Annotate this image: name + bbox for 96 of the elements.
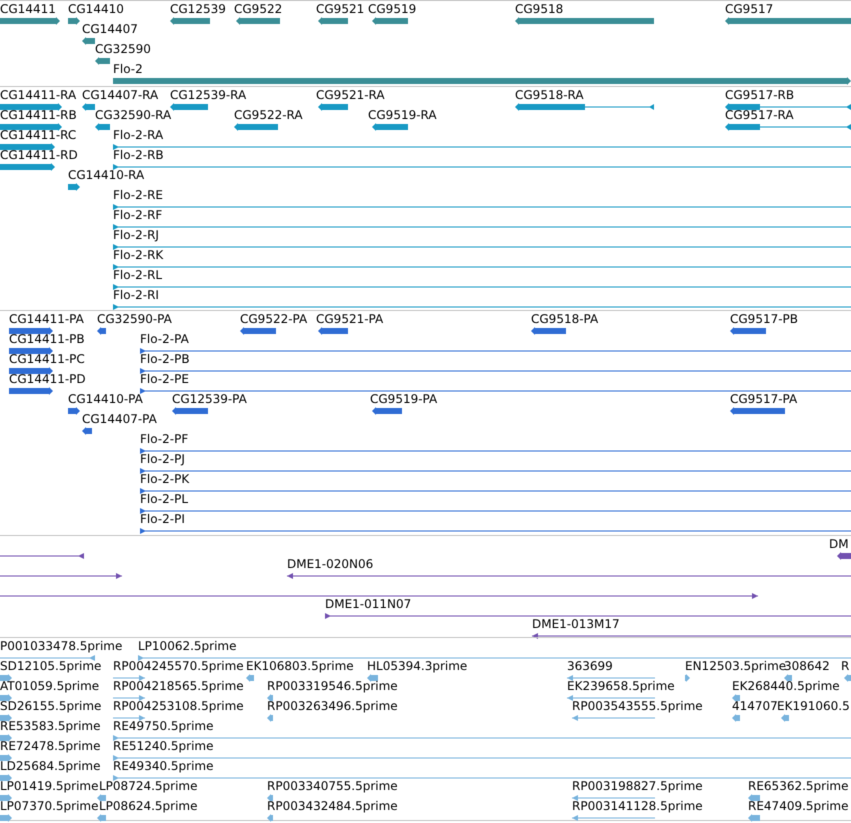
feature-label: CG9522 xyxy=(234,2,282,16)
feature-label: Flo-2-PE xyxy=(140,372,189,386)
feature-label: CG12539-PA xyxy=(172,392,247,406)
feature-label: Flo-2-PL xyxy=(140,492,188,506)
feature-label: CG9519 xyxy=(368,2,416,16)
feature-label: Flo-2-PK xyxy=(140,472,190,486)
feature-label: CG14411-RC xyxy=(0,128,76,142)
feature-label: Flo-2-PA xyxy=(140,332,189,346)
feature-label: LP07370.5prime xyxy=(0,799,99,813)
feature-label: RE51240.5prime xyxy=(113,739,214,753)
feature-label: DME1-011N07 xyxy=(325,597,412,611)
feature-label: RE65362.5prime xyxy=(748,779,848,793)
feature-label: EK106803.5prime xyxy=(246,659,354,673)
feature-label: Flo-2-RI xyxy=(113,288,159,302)
feature-label: EK268440.5prime xyxy=(732,679,840,693)
feature-label: CG9521 xyxy=(316,2,364,16)
feature-label: CG14410 xyxy=(68,2,124,16)
feature-label: LD25684.5prime xyxy=(0,759,101,773)
feature-label: CG14407-PA xyxy=(82,412,157,426)
feature-label: CG9521-PA xyxy=(316,312,384,326)
feature-label: Flo-2-PI xyxy=(140,512,185,526)
feature-label: CG14411-PC xyxy=(9,352,85,366)
feature-label: CG9522-PA xyxy=(240,312,308,326)
feature-label: EN12503.5prime xyxy=(685,659,786,673)
feature-label: Flo-2-RJ xyxy=(113,228,159,242)
feature-label: RP004245570.5prime xyxy=(113,659,244,673)
feature-label: CG9518-RA xyxy=(515,88,584,102)
feature-label: RP003263496.5prime xyxy=(267,699,398,713)
feature-label: LP08624.5prime xyxy=(99,799,198,813)
feature-label: RP003543555.5prime xyxy=(572,699,703,713)
feature-label: HL05394.3prime xyxy=(367,659,468,673)
feature-label: LP10062.5prime xyxy=(138,639,237,653)
feature-label: CG9517-PB xyxy=(730,312,798,326)
feature-label: Flo-2-RB xyxy=(113,148,164,162)
feature-label: AT01059.5prime xyxy=(0,679,100,693)
feature-label: EK191060.5 xyxy=(777,699,850,713)
feature-label: LP01419.5prime xyxy=(0,779,99,793)
feature-label: CG32590-PA xyxy=(97,312,172,326)
feature-label: CG9521-RA xyxy=(316,88,385,102)
feature-label: CG14411-RB xyxy=(0,108,77,122)
feature-label: R xyxy=(841,659,850,673)
feature-label: RP003319546.5prime xyxy=(267,679,398,693)
feature-label: CG12539-RA xyxy=(170,88,246,102)
feature-label: 363699 xyxy=(567,659,613,673)
feature-label: CG14411-PD xyxy=(9,372,86,386)
feature-label: RE49750.5prime xyxy=(113,719,214,733)
feature-label: RP003141128.5prime xyxy=(572,799,703,813)
feature-label: SD12105.5prime xyxy=(0,659,102,673)
feature-label: Flo-2-RE xyxy=(113,188,164,202)
feature-label: RE49340.5prime xyxy=(113,759,214,773)
feature-label: RP004253108.5prime xyxy=(113,699,244,713)
feature-label: DME1-020N06 xyxy=(287,557,374,571)
feature-label: LP08724.5prime xyxy=(99,779,198,793)
feature-label: CG14411-PA xyxy=(9,312,84,326)
feature-label: CG14407-RA xyxy=(82,88,158,102)
feature-label: CG9518 xyxy=(515,2,564,16)
feature-label: CG9518-PA xyxy=(531,312,598,326)
feature-label: 308642 xyxy=(784,659,830,673)
feature-label: Flo-2-PB xyxy=(140,352,190,366)
feature-label: Flo-2 xyxy=(113,62,143,76)
feature-label: CG14410-RA xyxy=(68,168,144,182)
feature-label: RP003432484.5prime xyxy=(267,799,398,813)
feature-label: SD26155.5prime xyxy=(0,699,102,713)
feature-label: CG9517 xyxy=(725,2,774,16)
feature-label: CG14407 xyxy=(82,22,138,36)
feature-label: CG9517-PA xyxy=(730,392,798,406)
feature-label: Flo-2-RF xyxy=(113,208,162,222)
feature-label: RE47409.5prime xyxy=(748,799,848,813)
feature-label: CG14411-RA xyxy=(0,88,76,102)
feature-label: DM xyxy=(829,537,849,551)
feature-label: RP003340755.5prime xyxy=(267,779,398,793)
feature-label: CG32590-RA xyxy=(95,108,172,122)
feature-label: CG14410-PA xyxy=(68,392,143,406)
feature-label: RP003198827.5prime xyxy=(572,779,703,793)
feature-label: Flo-2-RL xyxy=(113,268,162,282)
feature-label: Flo-2-PJ xyxy=(140,452,185,466)
feature-label: 414707 xyxy=(732,699,778,713)
feature-label: Flo-2-PF xyxy=(140,432,188,446)
feature-label: CG12539 xyxy=(170,2,226,16)
feature-label: RP004218565.5prime xyxy=(113,679,244,693)
feature-label: CG9522-RA xyxy=(234,108,303,122)
feature-label: CG9519-RA xyxy=(368,108,437,122)
feature-label: CG9519-PA xyxy=(370,392,438,406)
feature-label: P001033478.5prime xyxy=(0,639,122,653)
feature-label: RE53583.5prime xyxy=(0,719,100,733)
feature-label: DME1-013M17 xyxy=(532,617,620,631)
feature-label: CG14411-PB xyxy=(9,332,85,346)
feature-label: CG9517-RA xyxy=(725,108,794,122)
feature-label: CG14411 xyxy=(0,2,56,16)
feature-label: CG14411-RD xyxy=(0,148,78,162)
feature-label: CG32590 xyxy=(95,42,151,56)
feature-label: EK239658.5prime xyxy=(567,679,675,693)
feature-label: RE72478.5prime xyxy=(0,739,100,753)
feature-label: CG9517-RB xyxy=(725,88,794,102)
feature-label: Flo-2-RK xyxy=(113,248,164,262)
feature-label: Flo-2-RA xyxy=(113,128,164,142)
